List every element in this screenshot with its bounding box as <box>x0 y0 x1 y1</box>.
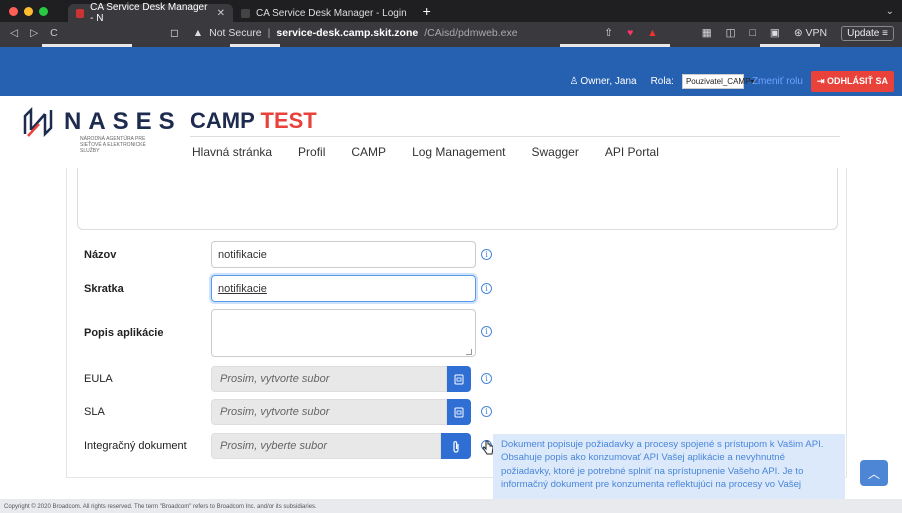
sla-info-icon[interactable]: i <box>481 406 492 417</box>
topbar-strip <box>0 47 902 66</box>
nazov-input[interactable]: notifikacie <box>211 241 476 268</box>
browser-actions: ⇧ ♥ ▲ ▦ ◫ □ ▣ ⊛ VPN Update ≡ <box>604 25 902 41</box>
main-menu: Hlavná stránka Profil CAMP Log Managemen… <box>192 145 659 159</box>
share-icon[interactable]: ⇧ <box>604 27 613 39</box>
integracny-placeholder: Prosim, vyberte subor <box>220 440 327 452</box>
user-icon: ♙ <box>569 75 579 87</box>
description-textarea-top[interactable] <box>77 168 838 230</box>
ca-favicon-icon <box>241 8 250 18</box>
integracny-tooltip: Dokument popisuje požiadavky a procesy s… <box>493 434 845 500</box>
url-field[interactable]: ▲ Not Secure | service-desk.camp.skit.zo… <box>193 27 518 39</box>
window-controls <box>0 6 68 16</box>
forward-icon[interactable]: ▷ <box>30 27 38 39</box>
logout-label: ODHLÁSIŤ SA <box>826 75 888 86</box>
menu-item-hlavna-stranka[interactable]: Hlavná stránka <box>192 145 272 159</box>
rewards-icon[interactable]: ▲ <box>647 27 657 39</box>
close-tab-icon[interactable]: ✕ <box>217 8 225 19</box>
app-title: CAMP TEST <box>190 108 317 134</box>
update-button[interactable]: Update ≡ <box>841 25 894 41</box>
wallet-icon[interactable]: ▣ <box>770 27 780 39</box>
app-title-env: TEST <box>260 108 317 133</box>
integracny-dokument-label: Integračný dokument <box>84 440 187 452</box>
nazov-value: notifikacie <box>218 249 267 261</box>
brave-shield-icon[interactable]: ♥ <box>627 27 633 39</box>
logo-wordmark: NASES <box>64 108 182 135</box>
bookmark-icon[interactable]: ◻ <box>170 27 179 39</box>
document-icon <box>454 407 464 417</box>
nav-buttons: ◁ ▷ C <box>0 27 150 39</box>
role-select-value: Pouzivatel_CAMP <box>685 76 751 86</box>
update-label: Update <box>847 27 880 39</box>
sla-label: SLA <box>84 406 105 418</box>
role-label: Rola: <box>650 75 674 87</box>
security-label: Not Secure <box>209 27 262 39</box>
menu-item-swagger[interactable]: Swagger <box>531 145 578 159</box>
skratka-input[interactable]: notifikacie <box>211 275 476 302</box>
browser-tab-active[interactable]: CA Service Desk Manager - N ✕ <box>68 2 233 24</box>
integracny-file-input[interactable]: Prosim, vyberte subor <box>211 433 441 459</box>
user-bar: ♙ Owner, Jana Rola: Pouzivatel_CAMP▾ Zme… <box>0 66 902 96</box>
eula-create-button[interactable] <box>447 366 471 392</box>
window-icon[interactable]: □ <box>750 27 756 39</box>
maximize-window-button[interactable] <box>39 6 48 16</box>
vpn-button[interactable]: ⊛ VPN <box>794 27 827 39</box>
chevron-up-icon: ︿ <box>867 466 880 481</box>
new-tab-button[interactable]: + <box>423 3 431 19</box>
tab-list-chevron-icon[interactable]: ⌄ <box>886 6 902 17</box>
browser-tab-bar: CA Service Desk Manager - N ✕ CA Service… <box>0 0 902 24</box>
nazov-info-icon[interactable]: i <box>481 249 492 260</box>
browser-tab[interactable]: CA Service Desk Manager - Login <box>233 4 415 22</box>
header-divider <box>190 136 840 137</box>
sla-create-button[interactable] <box>447 399 471 425</box>
sla-file-input[interactable]: Prosim, vytvorte subor <box>211 399 447 425</box>
menu-item-camp[interactable]: CAMP <box>351 145 386 159</box>
eula-file-input[interactable]: Prosim, vytvorte subor <box>211 366 447 392</box>
vpn-label: VPN <box>805 27 828 39</box>
integracny-attach-button[interactable] <box>441 433 471 459</box>
close-window-button[interactable] <box>9 6 18 16</box>
skratka-label: Skratka <box>84 283 124 295</box>
warning-icon: ▲ <box>192 27 204 39</box>
tab-label: CA Service Desk Manager - N <box>90 2 208 24</box>
sla-placeholder: Prosim, vytvorte subor <box>220 406 330 418</box>
minimize-window-button[interactable] <box>24 6 33 16</box>
address-bar: ◁ ▷ C ◻ ▲ Not Secure | service-desk.camp… <box>0 22 902 44</box>
skratka-info-icon[interactable]: i <box>481 283 492 294</box>
menu-item-log-management[interactable]: Log Management <box>412 145 505 159</box>
copyright-footer: Copyright © 2020 Broadcom. All rights re… <box>0 499 902 513</box>
menu-item-profil[interactable]: Profil <box>298 145 325 159</box>
app-title-main: CAMP <box>190 108 255 133</box>
paperclip-icon <box>453 440 459 453</box>
user-name[interactable]: Owner, Jana <box>580 76 636 87</box>
resize-handle-icon[interactable] <box>466 349 472 355</box>
sidebar-icon[interactable]: ◫ <box>726 27 736 39</box>
document-icon <box>454 374 464 384</box>
eula-info-icon[interactable]: i <box>481 373 492 384</box>
eula-placeholder: Prosim, vytvorte subor <box>220 373 330 385</box>
logo-subtitle: NÁRODNÁ AGENTÚRA PRE SIEŤOVÉ A ELEKTRONI… <box>80 136 146 154</box>
scroll-to-top-button[interactable]: ︿ <box>860 460 888 486</box>
change-role-link[interactable]: Zmeniť rolu <box>752 76 803 87</box>
nazov-label: Názov <box>84 249 117 261</box>
extensions-icon[interactable]: ▦ <box>702 27 712 39</box>
popis-label: Popis aplikácie <box>84 327 164 339</box>
ca-favicon-icon <box>76 8 85 18</box>
menu-item-api-portal[interactable]: API Portal <box>605 145 659 159</box>
tab-label: CA Service Desk Manager - Login <box>256 7 407 19</box>
eula-label: EULA <box>84 373 113 385</box>
nases-logo[interactable]: NASES NÁRODNÁ AGENTÚRA PRE SIEŤOVÉ A ELE… <box>22 106 182 154</box>
logout-button[interactable]: ⇥ ODHLÁSIŤ SA <box>810 70 894 92</box>
url-host: service-desk.camp.skit.zone <box>276 27 419 39</box>
nases-mark-icon <box>23 106 53 138</box>
popis-textarea[interactable] <box>211 309 476 357</box>
role-select[interactable]: Pouzivatel_CAMP▾ <box>681 73 754 89</box>
skratka-value: notifikacie <box>218 283 267 295</box>
reload-icon[interactable]: C <box>50 27 58 39</box>
back-icon[interactable]: ◁ <box>10 27 18 39</box>
popis-info-icon[interactable]: i <box>481 326 492 337</box>
url-path: /CAisd/pdmweb.exe <box>424 27 518 39</box>
